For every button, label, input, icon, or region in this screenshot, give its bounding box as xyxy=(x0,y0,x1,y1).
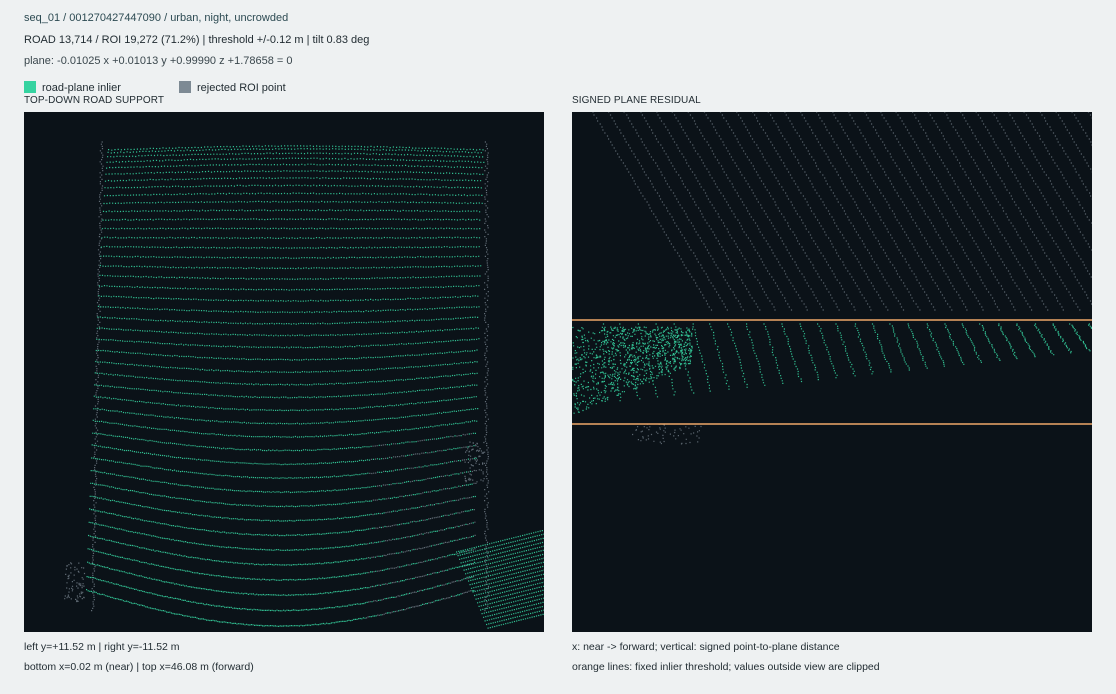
legend-item-inlier: road-plane inlier xyxy=(24,81,121,94)
legend-label-inlier: road-plane inlier xyxy=(42,82,121,94)
stats-line: ROAD 13,714 / ROI 19,272 (71.2%) | thres… xyxy=(24,34,370,46)
residual-footer-axis: x: near -> forward; vertical: signed poi… xyxy=(572,641,840,653)
inlier-residual-points xyxy=(572,323,1092,414)
residual-point-cloud xyxy=(572,112,1092,445)
plane-equation: plane: -0.01025 x +0.01013 y +0.99990 z … xyxy=(24,55,293,67)
residual-plot xyxy=(572,112,1092,632)
topdown-road-plot xyxy=(24,112,544,632)
rejected-points xyxy=(64,141,490,619)
rejected-residual-points xyxy=(592,112,1092,445)
inlier-points xyxy=(86,145,544,629)
rejected-swatch xyxy=(179,81,191,93)
topdown-point-cloud xyxy=(64,141,544,629)
topdown-footer-forward: bottom x=0.02 m (near) | top x=46.08 m (… xyxy=(24,661,254,673)
legend-label-rejected: rejected ROI point xyxy=(197,82,286,94)
topdown-panel-title: TOP-DOWN ROAD SUPPORT xyxy=(24,95,165,106)
inlier-swatch xyxy=(24,81,36,93)
topdown-footer-lateral: left y=+11.52 m | right y=-11.52 m xyxy=(24,641,180,653)
legend-item-rejected: rejected ROI point xyxy=(179,81,286,94)
sequence-line: seq_01 / 001270427447090 / urban, night,… xyxy=(24,12,289,24)
residual-footer-threshold: orange lines: fixed inlier threshold; va… xyxy=(572,661,880,673)
residual-panel-title: SIGNED PLANE RESIDUAL xyxy=(572,95,701,106)
